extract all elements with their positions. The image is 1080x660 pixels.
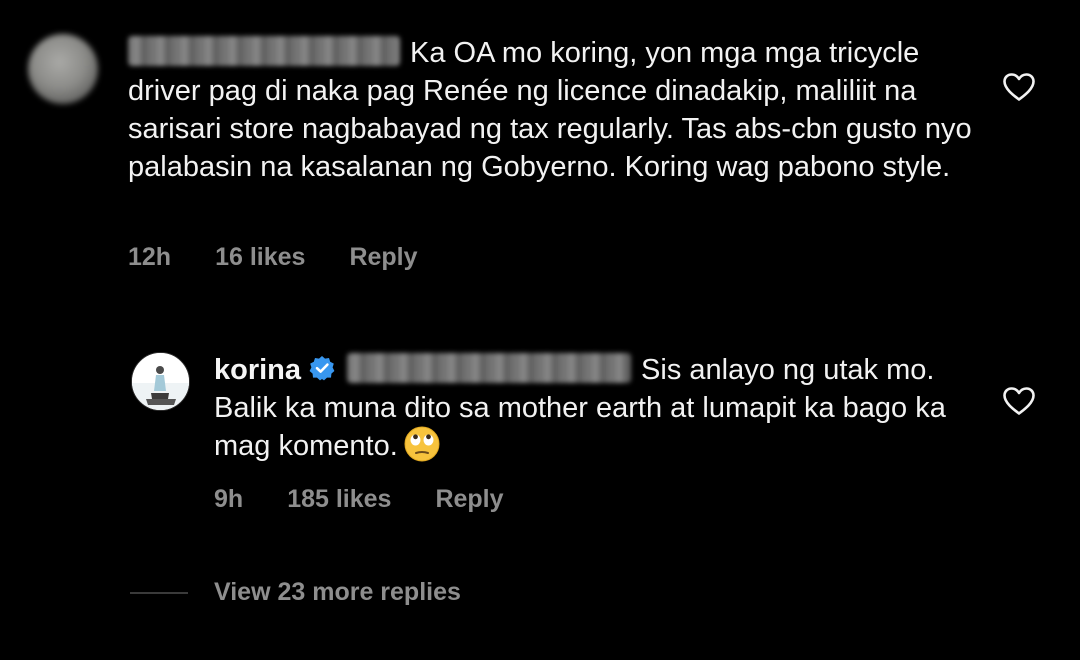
commenter-avatar[interactable] — [28, 34, 98, 104]
korina-avatar[interactable] — [131, 352, 190, 411]
comment-meta: 9h 185 likes Reply — [214, 485, 504, 514]
view-more-replies-label: View 23 more replies — [214, 578, 461, 606]
comment-timestamp: 12h — [128, 243, 172, 271]
replies-divider-line — [130, 591, 188, 594]
comment-likes-count[interactable]: 185 likes — [287, 485, 391, 514]
comment-text-container: korina Sis anlayo ng utak mo. Balik ka m… — [214, 351, 974, 465]
avatar-image — [132, 353, 189, 410]
verified-badge-icon — [309, 356, 335, 381]
comment-timestamp: 9h — [214, 485, 244, 513]
redacted-username[interactable] — [128, 36, 400, 67]
heart-outline-icon[interactable] — [1002, 386, 1036, 416]
face-with-rolling-eyes-icon — [404, 426, 440, 462]
username-link[interactable]: korina — [214, 354, 301, 386]
view-more-replies-button[interactable]: View 23 more replies — [130, 578, 461, 607]
comment-text-container: Ka OA mo koring, yon mga mga tricycle dr… — [128, 34, 988, 186]
comment-likes-count[interactable]: 16 likes — [215, 243, 305, 272]
reply-button[interactable]: Reply — [349, 243, 417, 272]
reply-button[interactable]: Reply — [435, 485, 503, 514]
heart-outline-icon[interactable] — [1002, 72, 1036, 102]
redacted-mention[interactable] — [347, 353, 632, 384]
comment-meta: 12h 16 likes Reply — [128, 243, 418, 272]
